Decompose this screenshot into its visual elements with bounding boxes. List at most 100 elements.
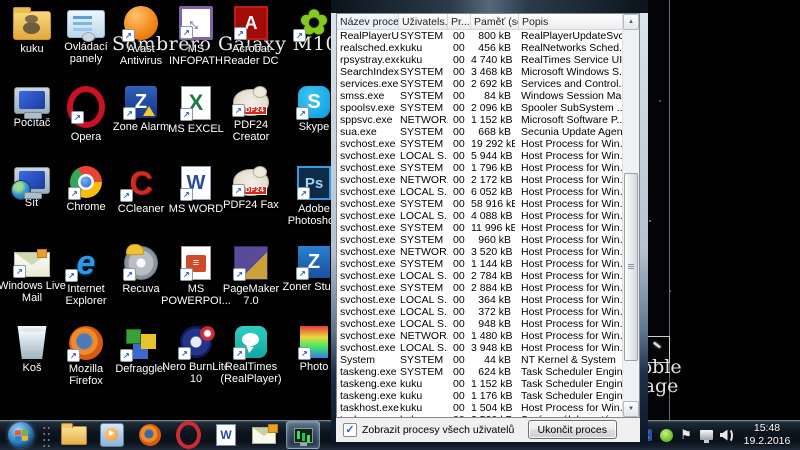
process-row[interactable]: RealPlayerUpda...SYSTEM00800 kBRealPlaye…	[337, 30, 623, 42]
process-cell-user: LOCAL S...	[399, 318, 448, 330]
process-row[interactable]: taskeng.exekuku001 176 kBTask Scheduler …	[337, 390, 623, 402]
process-row[interactable]: sua.exeSYSTEM00668 kBSecunia Update Agen…	[337, 126, 623, 138]
process-cell-cpu: 00	[448, 294, 471, 306]
taskbar-button-windows-media-player[interactable]	[93, 421, 131, 449]
process-row[interactable]: svchost.exeNETWOR...003 520 kBHost Proce…	[337, 246, 623, 258]
taskbar-button-windows-explorer[interactable]	[55, 421, 93, 449]
process-cell-description: Host Process for Win...	[515, 210, 623, 222]
process-cell-memory: 4 740 kB	[471, 54, 515, 66]
taskbar-button-ms-word[interactable]	[207, 421, 245, 449]
desktop-icon-pagemaker-7-0[interactable]: PageMaker 7.0	[216, 246, 286, 307]
process-cell-cpu: 00	[448, 198, 471, 210]
scrollbar-thumb[interactable]	[624, 173, 638, 361]
process-row[interactable]: svchost.exeSYSTEM002 884 kBHost Process …	[337, 282, 623, 294]
secunia-tray-icon[interactable]	[659, 428, 673, 442]
process-cell-description: Secunia Update Agent	[515, 126, 623, 138]
process-row[interactable]: svchost.exeSYSTEM0019 292 kBHost Process…	[337, 138, 623, 150]
process-cell-memory: 58 916 kB	[471, 198, 515, 210]
taskbar-button-firefox[interactable]	[131, 421, 169, 449]
column-header-cpu[interactable]: Pr...	[448, 14, 471, 30]
process-row[interactable]: smss.exeSYSTEM0084 kBWindows Session Ma.…	[337, 90, 623, 102]
process-row[interactable]: sppsvc.exeNETWOR...001 152 kBMicrosoft S…	[337, 114, 623, 126]
process-row[interactable]: svchost.exeLOCAL S...006 052 kBHost Proc…	[337, 186, 623, 198]
process-row[interactable]: taskeng.exeSYSTEM00624 kBTask Scheduler …	[337, 366, 623, 378]
process-cell-cpu: 00	[448, 354, 471, 366]
desktop-icon-pdf24-creator[interactable]: PDF24PDF24 Creator	[216, 86, 286, 143]
process-row[interactable]: svchost.exeSYSTEM0058 916 kBHost Process…	[337, 198, 623, 210]
desktop-icon-pdf24-fax[interactable]: PDF24PDF24 Fax	[216, 166, 286, 211]
process-row[interactable]: svchost.exeSYSTEM00960 kBHost Process fo…	[337, 234, 623, 246]
process-cell-name: svchost.exe	[337, 258, 399, 270]
process-cell-user: SYSTEM	[399, 258, 448, 270]
process-row[interactable]: svchost.exeLOCAL S...00364 kBHost Proces…	[337, 294, 623, 306]
process-row[interactable]: taskeng.exekuku001 152 kBTask Scheduler …	[337, 378, 623, 390]
quick-launch-area	[55, 421, 323, 449]
process-cell-user: LOCAL S...	[399, 186, 448, 198]
start-button[interactable]	[8, 422, 34, 448]
process-row[interactable]: services.exeSYSTEM002 692 kBServices and…	[337, 78, 623, 90]
network-status-glyph	[700, 430, 713, 440]
process-cell-memory: 364 kB	[471, 294, 515, 306]
excel-icon: X	[181, 86, 211, 120]
shortcut-arrow-icon	[67, 349, 80, 362]
process-list-scrollbar[interactable]	[622, 14, 639, 417]
quick-launch-grip[interactable]	[41, 423, 50, 447]
process-cell-description: Host Process for Win...	[515, 162, 623, 174]
process-cell-cpu: 00	[448, 306, 471, 318]
process-cell-memory: 2 096 kB	[471, 102, 515, 114]
process-cell-cpu: 00	[448, 162, 471, 174]
process-row[interactable]: taskmgr.exekuku002 520 kBSprávce úloh sy…	[337, 414, 623, 417]
window-right-border	[640, 13, 648, 442]
column-header-description[interactable]: Popis	[519, 14, 623, 30]
process-row[interactable]: svchost.exeSYSTEM001 144 kBHost Process …	[337, 258, 623, 270]
process-cell-user: LOCAL S...	[399, 306, 448, 318]
zoner-icon: Z	[298, 246, 330, 278]
process-cell-user: SYSTEM	[399, 198, 448, 210]
action-center-flag-icon[interactable]: ⚑	[679, 428, 693, 442]
process-row[interactable]: taskhost.exekuku001 504 kBHost Process f…	[337, 402, 623, 414]
volume-icon[interactable]	[719, 428, 733, 442]
process-row[interactable]: SearchIndexer....SYSTEM003 468 kBMicroso…	[337, 66, 623, 78]
process-row[interactable]: spoolsv.exeSYSTEM002 096 kBSpooler SubSy…	[337, 102, 623, 114]
shortcut-arrow-icon	[232, 184, 245, 197]
process-row[interactable]: svchost.exeNETWOR...001 480 kBHost Proce…	[337, 330, 623, 342]
end-process-button[interactable]: Ukončit proces	[528, 420, 617, 439]
desktop-icon-label: PDF24 Fax	[216, 199, 286, 211]
show-all-users-checkbox[interactable]	[343, 423, 357, 437]
desktop-icon-acrobat-reader-dc[interactable]: AAcrobat Reader DC	[216, 6, 286, 67]
ms-word-icon	[216, 424, 236, 446]
process-row[interactable]: svchost.exeNETWOR...002 172 kBHost Proce…	[337, 174, 623, 186]
taskbar-button-task-manager[interactable]	[286, 421, 320, 449]
process-row[interactable]: svchost.exeLOCAL S...00948 kBHost Proces…	[337, 318, 623, 330]
process-row[interactable]: SystemSYSTEM0044 kBNT Kernel & System	[337, 354, 623, 366]
taskbar-button-windows-live-mail[interactable]	[245, 421, 283, 449]
desktop-icon-realtimes-realplayer[interactable]: RealTimes (RealPlayer)	[216, 326, 286, 385]
scrollbar-down-icon[interactable]	[623, 401, 639, 417]
process-cell-name: smss.exe	[337, 90, 399, 102]
column-header-user[interactable]: Uživatels...	[399, 14, 448, 30]
process-cell-name: svchost.exe	[337, 234, 399, 246]
process-row[interactable]: rpsystray.exekuku004 740 kBRealTimes Ser…	[337, 54, 623, 66]
process-row[interactable]: svchost.exeLOCAL S...004 088 kBHost Proc…	[337, 210, 623, 222]
process-row[interactable]: realsched.exekuku00456 kBRealNetworks Sc…	[337, 42, 623, 54]
process-cell-name: svchost.exe	[337, 198, 399, 210]
shortcut-arrow-icon	[298, 347, 311, 360]
process-row[interactable]: svchost.exeSYSTEM001 796 kBHost Process …	[337, 162, 623, 174]
network-status-icon[interactable]	[699, 428, 713, 442]
column-header-name[interactable]: Název procesu	[337, 14, 399, 30]
taskbar-clock[interactable]: 15:48 19.2.2016	[739, 422, 795, 448]
column-header-memory[interactable]: Paměť (so...	[471, 14, 519, 30]
taskbar-button-opera[interactable]	[169, 421, 207, 449]
process-row[interactable]: svchost.exeLOCAL S...00372 kBHost Proces…	[337, 306, 623, 318]
process-row[interactable]: svchost.exeLOCAL S...005 944 kBHost Proc…	[337, 150, 623, 162]
process-row[interactable]: svchost.exeLOCAL S...003 948 kBHost Proc…	[337, 342, 623, 354]
process-cell-description: Task Scheduler Engine	[515, 366, 623, 378]
process-row[interactable]: svchost.exeLOCAL S...002 784 kBHost Proc…	[337, 270, 623, 282]
process-cell-memory: 3 948 kB	[471, 342, 515, 354]
process-row[interactable]: svchost.exeSYSTEM0011 996 kBHost Process…	[337, 222, 623, 234]
process-cell-name: sua.exe	[337, 126, 399, 138]
scrollbar-up-icon[interactable]	[623, 14, 639, 30]
process-cell-memory: 19 292 kB	[471, 138, 515, 150]
shortcut-arrow-icon	[123, 107, 136, 120]
process-cell-cpu: 00	[448, 138, 471, 150]
